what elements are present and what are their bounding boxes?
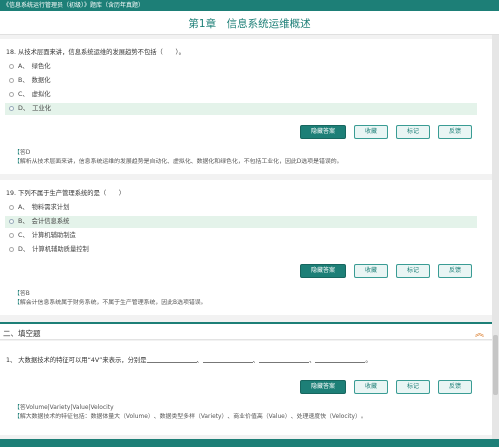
answer-block: 【答D 【解析从技术层面来讲，信息系统运维的发展趋势是自动化、虚拟化、数据化和绿… xyxy=(14,150,343,165)
blank-input-3[interactable] xyxy=(259,357,310,363)
analysis-text: 解大数据技术的特征包括：数据体量大（Volume）、数据类型多样（Variety… xyxy=(19,413,367,420)
section-title: 二、填空题 xyxy=(3,329,41,338)
option-c[interactable]: C、 计算机辅助制造 xyxy=(5,230,477,242)
radio-icon[interactable] xyxy=(9,204,14,210)
option-c[interactable]: C、 虚拟化 xyxy=(5,89,477,101)
double-chevron-up-icon[interactable]: ︽ xyxy=(475,326,484,339)
blank-input-1[interactable] xyxy=(146,357,197,363)
option-a[interactable]: A、 物料需求计划 xyxy=(5,202,477,214)
feedback-button[interactable]: 反馈 xyxy=(437,380,472,394)
answer-block: 【答Volume|Variety|Value|Velocity 【解大数据技术的… xyxy=(14,405,367,420)
radio-icon[interactable] xyxy=(9,77,14,83)
favorite-button[interactable]: 收藏 xyxy=(353,125,388,139)
favorite-button[interactable]: 收藏 xyxy=(353,380,388,394)
question-stem: 18. 从技术层面来讲，信息系统运维的发展趋势不包括（ ）。 xyxy=(6,49,185,56)
radio-icon[interactable] xyxy=(9,246,14,252)
mark-button[interactable]: 标记 xyxy=(395,264,430,278)
blank-input-2[interactable] xyxy=(202,357,253,363)
question-card-19: 19. 下列不属于生产管理系统的是（ ） A、 物料需求计划 B、 会计信息系统 C… xyxy=(0,180,492,315)
breadcrumb[interactable]: 《信息系统运行管理员（初级）》题库（含历年真题） xyxy=(3,2,144,9)
radio-icon[interactable] xyxy=(9,232,14,238)
hide-answer-button[interactable]: 隐藏答案 xyxy=(299,264,346,278)
blank-input-4[interactable] xyxy=(315,357,366,363)
radio-icon[interactable] xyxy=(9,218,14,224)
answer-block: 【答B 【解会计信息系统属于财务系统，不属于生产管理系统，因此B选项错误。 xyxy=(14,291,207,306)
section-header: 二、填空题 ︽ xyxy=(0,322,492,340)
option-d[interactable]: D、 工业化 xyxy=(5,103,477,115)
answer-text: 答D xyxy=(19,150,31,156)
question-stem: 19. 下列不属于生产管理系统的是（ ） xyxy=(6,190,126,197)
hide-answer-button[interactable]: 隐藏答案 xyxy=(299,380,346,394)
answer-text: 答B xyxy=(19,291,30,297)
favorite-button[interactable]: 收藏 xyxy=(353,264,388,278)
radio-icon[interactable] xyxy=(9,105,14,111)
option-b[interactable]: B、 会计信息系统 xyxy=(5,216,477,228)
feedback-button[interactable]: 反馈 xyxy=(437,125,472,139)
scrollbar-thumb[interactable] xyxy=(493,335,498,395)
action-buttons: 隐藏答案 收藏 标记 反馈 xyxy=(292,264,472,278)
fill-question-card: 1、 大数据技术的特征可以用“4V”来表示，分别是、、、。 隐藏答案 收藏 标记 反馈… xyxy=(0,341,492,435)
scrollbar[interactable] xyxy=(492,35,499,447)
option-a[interactable]: A、 绿色化 xyxy=(5,61,477,73)
question-stem: 1、 大数据技术的特征可以用“4V”来表示，分别是、、、。 xyxy=(6,357,372,364)
analysis-text: 解会计信息系统属于财务系统，不属于生产管理系统，因此B选项错误。 xyxy=(19,299,207,306)
hide-answer-button[interactable]: 隐藏答案 xyxy=(299,125,346,139)
chapter-title: 第1章 信息系统运维概述 xyxy=(188,18,311,30)
action-buttons: 隐藏答案 收藏 标记 反馈 xyxy=(292,125,472,139)
option-b[interactable]: B、 数据化 xyxy=(5,75,477,87)
answer-text: 答Volume|Variety|Value|Velocity xyxy=(19,405,114,411)
question-card-18: 18. 从技术层面来讲，信息系统运维的发展趋势不包括（ ）。 A、 绿色化 B、数… xyxy=(0,39,492,174)
top-breadcrumb-bar: 《信息系统运行管理员（初级）》题库（含历年真题） xyxy=(0,0,499,11)
mark-button[interactable]: 标记 xyxy=(395,380,430,394)
feedback-button[interactable]: 反馈 xyxy=(437,264,472,278)
action-buttons: 隐藏答案 收藏 标记 反馈 xyxy=(292,380,472,394)
radio-icon[interactable] xyxy=(9,91,14,97)
mark-button[interactable]: 标记 xyxy=(395,125,430,139)
bottom-bar xyxy=(0,439,499,447)
option-d[interactable]: D、 计算机辅助质量控制 xyxy=(5,244,477,256)
radio-icon[interactable] xyxy=(9,63,14,69)
analysis-text: 解析从技术层面来讲，信息系统运维的发展趋势是自动化、虚拟化、数据化和绿色化，不包… xyxy=(19,158,343,165)
chapter-header: 第1章 信息系统运维概述 xyxy=(0,11,499,35)
